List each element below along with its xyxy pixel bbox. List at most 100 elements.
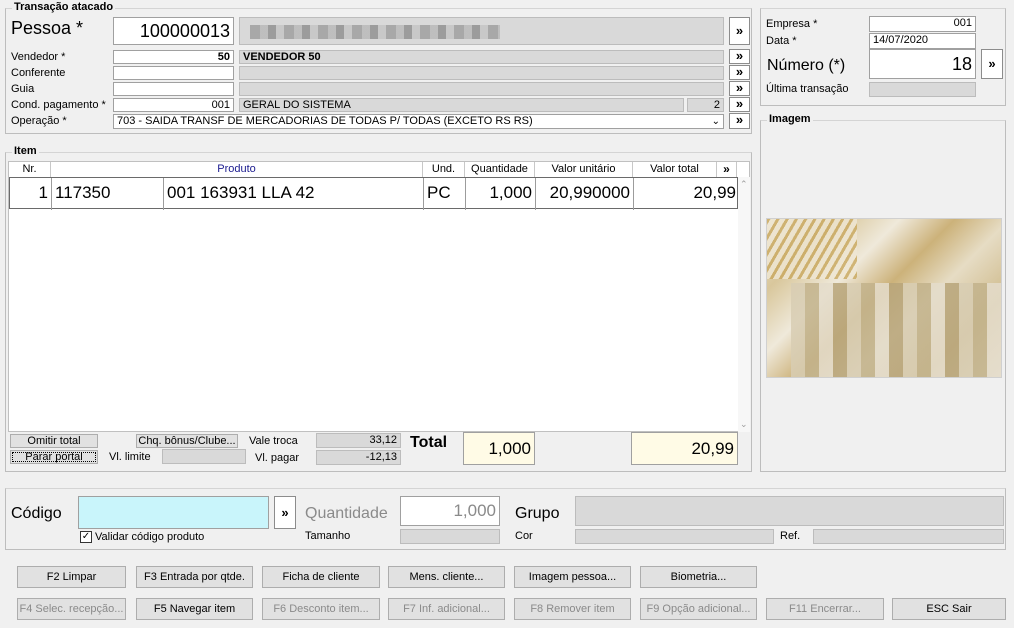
pessoa-more-button[interactable]: »	[729, 17, 750, 45]
grid-scrollbar[interactable]: ⌃ ⌄	[738, 177, 750, 432]
grupo-field	[575, 496, 1004, 526]
scroll-up-icon[interactable]: ⌃	[740, 179, 748, 190]
col-header-valor-total[interactable]: Valor total	[633, 162, 717, 177]
cond-pagamento-num-field: 2	[687, 98, 724, 112]
row-valor-total: 20,99	[693, 183, 736, 202]
operacao-select-value: 703 - SAIDA TRANSF DE MERCADORIAS DE TOD…	[117, 115, 533, 127]
f8-remover-item-button[interactable]: F8 Remover item	[514, 598, 631, 620]
pessoa-code-input[interactable]: 100000013	[113, 17, 234, 45]
codigo-input[interactable]	[78, 496, 269, 529]
codigo-label: Código	[11, 505, 62, 522]
vendedor-label: Vendedor *	[11, 51, 66, 63]
f11-encerrar-button[interactable]: F11 Encerrar...	[766, 598, 884, 620]
f5-navegar-item-button[interactable]: F5 Navegar item	[136, 598, 253, 620]
cond-pagamento-more-button[interactable]: »	[729, 97, 750, 112]
tamanho-field	[400, 529, 500, 544]
conferente-code-input[interactable]	[113, 66, 234, 80]
vl-pagar-label: Vl. pagar	[255, 452, 300, 464]
f6-desconto-item-button[interactable]: F6 Desconto item...	[262, 598, 380, 620]
f3-entrada-qtde-button[interactable]: F3 Entrada por qtde.	[136, 566, 253, 588]
pessoa-label: Pessoa *	[11, 18, 84, 38]
mens-cliente-button[interactable]: Mens. cliente...	[388, 566, 505, 588]
row-quantidade: 1,000	[466, 178, 536, 210]
omitir-total-button[interactable]: Omitir total	[10, 434, 98, 448]
vendedor-code-input[interactable]: 50	[113, 50, 234, 64]
data-input[interactable]: 14/07/2020	[869, 33, 976, 49]
col-header-more[interactable]: »	[717, 162, 737, 177]
cond-pagamento-code-input[interactable]: 001	[113, 98, 234, 112]
total-quantidade-field: 1,000	[463, 432, 535, 465]
f2-limpar-button[interactable]: F2 Limpar	[17, 566, 126, 588]
operacao-select[interactable]: 703 - SAIDA TRANSF DE MERCADORIAS DE TOD…	[113, 114, 724, 129]
ultima-transacao-field	[869, 82, 976, 97]
imagem-pessoa-button[interactable]: Imagem pessoa...	[514, 566, 631, 588]
guia-more-button[interactable]: »	[729, 81, 750, 96]
parar-portal-button[interactable]: Parar portal	[10, 450, 98, 464]
grupo-label: Grupo	[515, 505, 560, 522]
vendedor-more-button[interactable]: »	[729, 49, 750, 64]
cor-label: Cor	[515, 530, 533, 542]
product-image	[766, 218, 1002, 378]
row-descricao: 001 163931 LLA 42	[164, 178, 424, 210]
item-grid[interactable]: Nr. Produto Und. Quantidade Valor unitár…	[8, 161, 750, 432]
f7-inf-adicional-button[interactable]: F7 Inf. adicional...	[388, 598, 505, 620]
pessoa-name-blur	[250, 25, 500, 39]
data-label: Data *	[766, 35, 797, 47]
validar-checkbox[interactable]: ✓	[80, 531, 92, 543]
ref-label: Ref.	[780, 530, 801, 542]
col-header-quantidade[interactable]: Quantidade	[465, 162, 535, 177]
chevron-down-icon[interactable]: ⌄	[712, 115, 720, 128]
pessoa-name-field	[239, 17, 724, 45]
ficha-cliente-button[interactable]: Ficha de cliente	[262, 566, 380, 588]
row-valor-unitario: 20,990000	[536, 178, 634, 210]
operacao-more-button[interactable]: »	[729, 113, 750, 129]
table-row[interactable]: 1 117350 001 163931 LLA 42 PC 1,000 20,9…	[9, 177, 738, 210]
numero-more-button[interactable]: »	[981, 49, 1003, 79]
empresa-label: Empresa *	[766, 18, 818, 30]
cond-pagamento-label: Cond. pagamento *	[11, 99, 106, 111]
item-title: Item	[12, 145, 39, 157]
quantidade-input[interactable]: 1,000	[400, 496, 500, 526]
vl-pagar-field: -12,13	[316, 450, 401, 465]
f9-opcao-adicional-button[interactable]: F9 Opção adicional...	[640, 598, 757, 620]
conferente-label: Conferente	[11, 67, 66, 79]
quantidade-label: Quantidade	[305, 505, 388, 522]
col-header-nr[interactable]: Nr.	[9, 162, 51, 177]
row-codigo: 117350	[52, 178, 164, 210]
validar-label[interactable]: Validar código produto	[95, 531, 204, 543]
numero-label: Número (*)	[767, 57, 846, 74]
transacao-title: Transação atacado	[12, 1, 116, 13]
vale-troca-label: Vale troca	[249, 435, 298, 447]
total-label: Total	[410, 434, 448, 451]
empresa-input[interactable]: 001	[869, 16, 976, 32]
vale-troca-field: 33,12	[316, 433, 401, 448]
scroll-down-icon[interactable]: ⌄	[740, 419, 748, 430]
codigo-more-button[interactable]: »	[274, 496, 296, 529]
row-und: PC	[424, 178, 466, 210]
total-valor-field: 20,99	[631, 432, 738, 465]
conferente-name-field	[239, 66, 724, 80]
ref-field	[813, 529, 1004, 544]
guia-code-input[interactable]	[113, 82, 234, 96]
col-header-valor-unitario[interactable]: Valor unitário	[535, 162, 633, 177]
operacao-label: Operação *	[11, 115, 67, 127]
imagem-title: Imagem	[767, 113, 813, 125]
f4-selec-recepcao-button[interactable]: F4 Selec. recepção...	[17, 598, 126, 620]
tamanho-label: Tamanho	[305, 530, 351, 542]
chq-bonus-button[interactable]: Chq. bônus/Clube...	[136, 434, 238, 448]
cond-pagamento-name-field: GERAL DO SISTEMA	[239, 98, 684, 112]
col-header-produto[interactable]: Produto	[51, 162, 423, 177]
cor-field	[575, 529, 774, 544]
col-header-und[interactable]: Und.	[423, 162, 465, 177]
conferente-more-button[interactable]: »	[729, 65, 750, 80]
esc-sair-button[interactable]: ESC Sair	[892, 598, 1006, 620]
ultima-transacao-label: Última transação	[766, 83, 849, 95]
guia-label: Guia	[11, 83, 35, 95]
numero-input[interactable]: 18	[869, 49, 976, 79]
vl-limite-label: Vl. limite	[109, 451, 151, 463]
guia-name-field	[239, 82, 724, 96]
vendedor-name-field: VENDEDOR 50	[239, 50, 724, 64]
biometria-button[interactable]: Biometria...	[640, 566, 757, 588]
vl-limite-field	[162, 449, 246, 464]
row-nr: 1	[10, 178, 52, 210]
